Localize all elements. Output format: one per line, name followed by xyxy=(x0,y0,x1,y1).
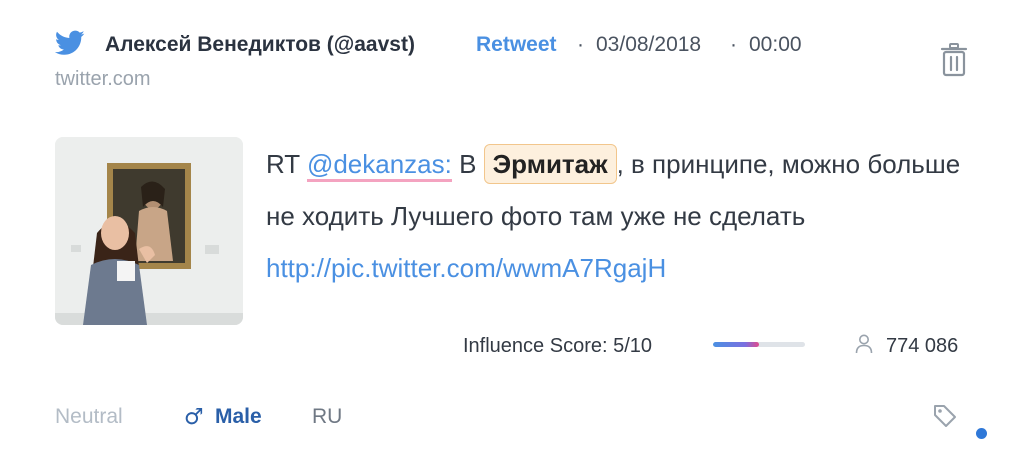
post-url-link[interactable]: http://pic.twitter.com/wwmA7RgajH xyxy=(266,253,666,283)
status-dot xyxy=(976,428,987,439)
post-type-badge: Retweet xyxy=(476,33,557,56)
person-icon xyxy=(855,334,873,354)
twitter-bird-icon xyxy=(55,30,85,55)
separator-dot: · xyxy=(730,33,737,56)
sentiment-label[interactable]: Neutral xyxy=(55,405,123,429)
influence-score-fill xyxy=(713,342,759,347)
language-label[interactable]: RU xyxy=(312,405,342,429)
trash-icon[interactable] xyxy=(940,43,968,77)
post-prefix: RT xyxy=(266,149,307,179)
follower-count: 774 086 xyxy=(886,335,959,357)
post-time: 00:00 xyxy=(749,33,802,56)
gender-label[interactable]: Male xyxy=(215,405,262,429)
keyword-highlight: Эрмитаж xyxy=(483,144,617,184)
post-image-thumbnail[interactable] xyxy=(55,137,243,325)
post-card: Алексей Венедиктов (@aavst) Retweet · 03… xyxy=(0,0,1024,462)
post-text: RT @dekanzas: В Эрмитаж, в принципе, мож… xyxy=(266,138,986,294)
separator-dot: · xyxy=(577,33,584,56)
post-source: twitter.com xyxy=(55,68,151,90)
influence-score-bar xyxy=(713,342,805,347)
male-icon: ♂ xyxy=(184,405,204,430)
author-name[interactable]: Алексей Венедиктов (@aavst) xyxy=(105,33,415,57)
tag-icon[interactable] xyxy=(932,403,958,429)
post-text-segment: В xyxy=(451,149,484,179)
post-date: 03/08/2018 xyxy=(596,33,702,56)
mention-link[interactable]: @dekanzas: xyxy=(306,149,452,182)
influence-score-label: Influence Score: 5/10 xyxy=(463,335,653,357)
